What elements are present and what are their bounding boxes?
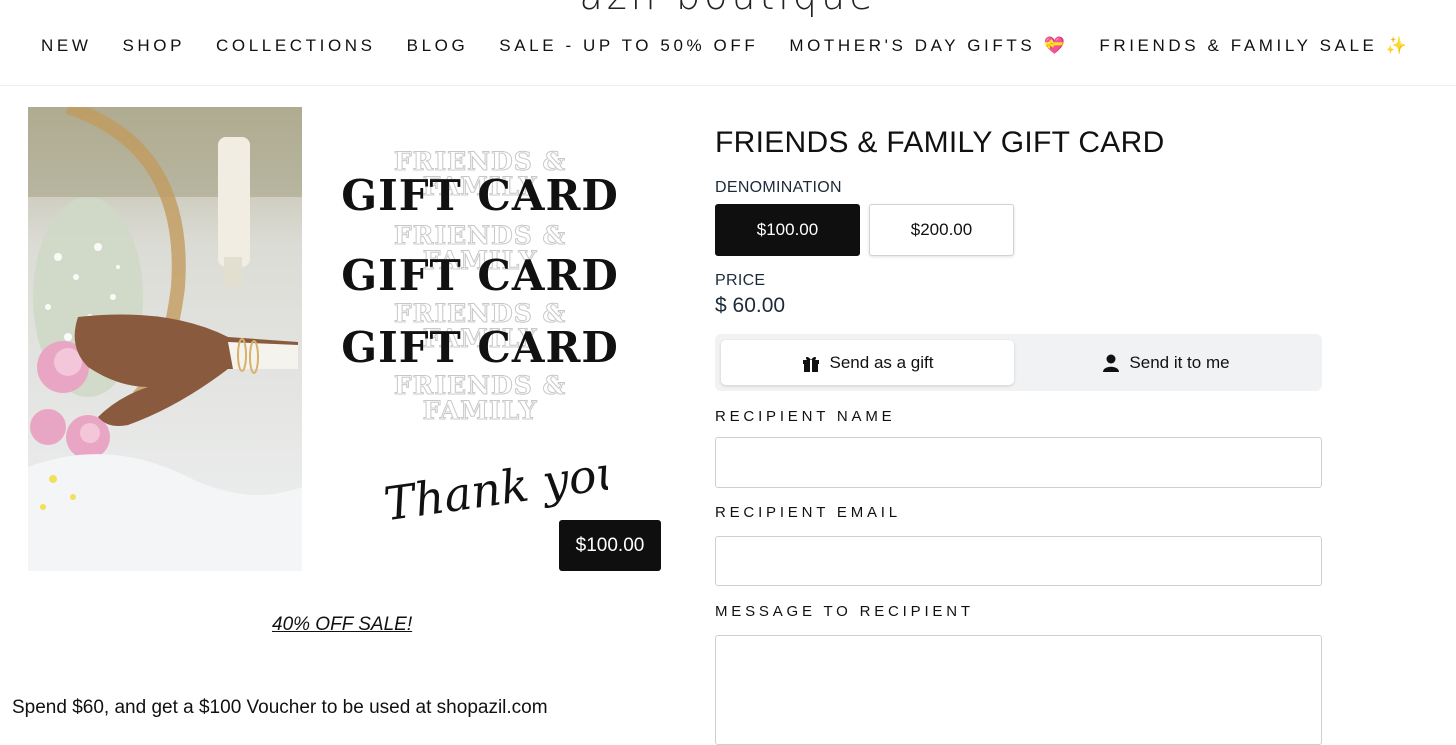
card-art-outline-line: FRIENDS & FAMILY (393, 221, 567, 275)
product-image[interactable]: FRIENDS & FAMILY GIFT CARD FRIENDS & FAM… (0, 104, 670, 579)
gift-icon (802, 354, 820, 372)
nav-item-blog[interactable]: BLOG (407, 36, 469, 56)
card-art-bold-line: GIFT CARD (341, 171, 619, 220)
nav-item-mothers-day-gifts[interactable]: MOTHER'S DAY GIFTS 💝 (789, 36, 1068, 56)
card-art-outline-line: FRIENDS & FAMILY (393, 147, 567, 201)
nav-item-shop[interactable]: SHOP (122, 36, 185, 56)
recipient-email-input[interactable] (715, 536, 1322, 586)
product-photo (28, 107, 302, 571)
delivery-toggle: Send as a gift Send it to me (715, 334, 1322, 391)
gift-card-artwork: FRIENDS & FAMILY GIFT CARD FRIENDS & FAM… (340, 147, 620, 425)
product-description: Spend $60, and get a $100 Voucher to be … (12, 697, 548, 718)
price-label: PRICE (715, 272, 766, 289)
denomination-label: DENOMINATION (715, 179, 842, 196)
person-icon (1103, 354, 1120, 372)
send-to-me-option[interactable]: Send it to me (1020, 340, 1313, 385)
send-to-me-label: Send it to me (1129, 352, 1230, 372)
nav-item-friends-family-sale[interactable]: FRIENDS & FAMILY SALE ✨ (1099, 36, 1410, 56)
header-divider (0, 85, 1456, 86)
card-art-outline-line: FRIENDS & FAMILY (393, 371, 567, 425)
thank-you-text: Thank you! (381, 441, 608, 531)
card-art-bold-line: GIFT CARD (341, 251, 619, 300)
main-nav: NEW SHOP COLLECTIONS BLOG SALE - UP TO 5… (41, 36, 1442, 56)
nav-item-collections[interactable]: COLLECTIONS (216, 36, 376, 56)
recipient-email-label: RECIPIENT EMAIL (715, 504, 901, 521)
send-as-gift-option[interactable]: Send as a gift (721, 340, 1014, 385)
nav-item-sale[interactable]: SALE - UP TO 50% OFF (499, 36, 758, 56)
card-art-bold-line: GIFT CARD (341, 323, 619, 372)
denomination-option-100[interactable]: $100.00 (715, 204, 860, 256)
card-art-outline-line: FRIENDS & FAMILY (393, 299, 567, 353)
denomination-option-200[interactable]: $200.00 (869, 204, 1014, 256)
message-label: MESSAGE TO RECIPIENT (715, 603, 974, 620)
promo-sale-link[interactable]: 40% OFF SALE! (272, 614, 412, 636)
recipient-name-label: RECIPIENT NAME (715, 408, 896, 425)
recipient-name-input[interactable] (715, 437, 1322, 488)
image-price-tag: $100.00 (559, 520, 661, 571)
price-value: $ 60.00 (715, 294, 786, 317)
product-title: FRIENDS & FAMILY GIFT CARD (715, 126, 1165, 159)
brand-logo[interactable]: azil boutique (0, 0, 1456, 18)
message-textarea[interactable] (715, 635, 1322, 745)
nav-item-new[interactable]: NEW (41, 36, 91, 56)
send-as-gift-label: Send as a gift (829, 352, 934, 372)
